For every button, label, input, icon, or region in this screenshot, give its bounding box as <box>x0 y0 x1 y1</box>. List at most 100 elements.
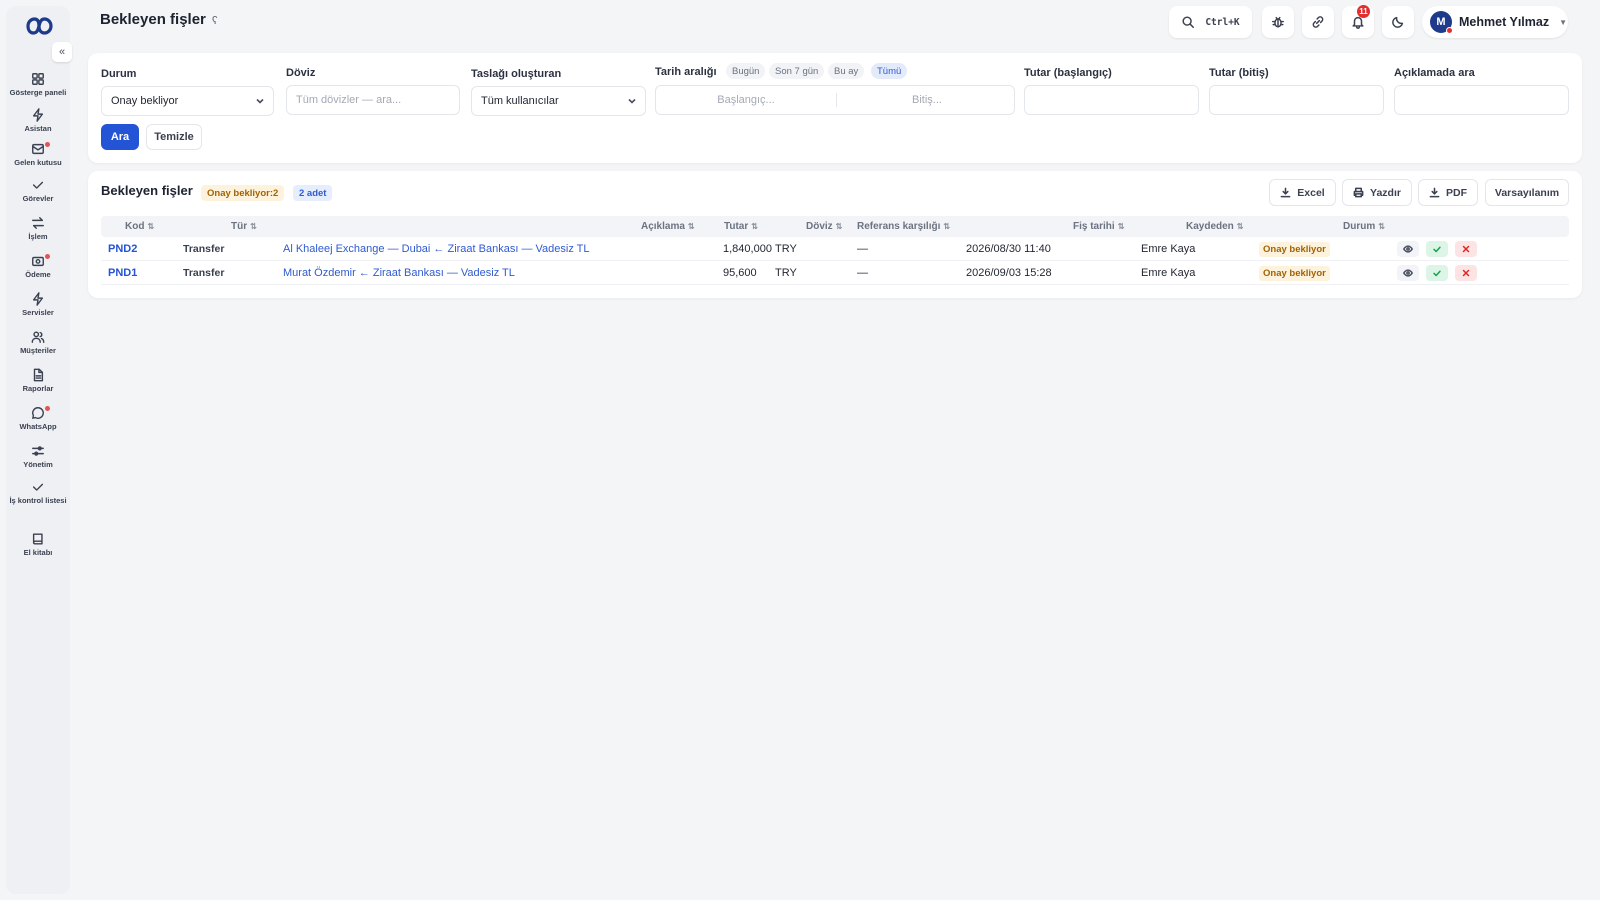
voucher-currency: TRY <box>775 243 797 255</box>
column-header-type[interactable]: Tür ⇅ <box>231 216 257 237</box>
description-search-input[interactable] <box>1394 85 1569 115</box>
voucher-type: Transfer <box>183 243 225 255</box>
column-header-status[interactable]: Durum ⇅ <box>1343 216 1385 237</box>
date-chip-today[interactable]: Bugün <box>726 63 766 79</box>
amount-start-label: Tutar (başlangıç) <box>1024 67 1112 79</box>
sidebar-item-handbook[interactable]: El kitabı <box>6 532 70 557</box>
presence-dot <box>1446 27 1453 34</box>
sidebar-item-assistant[interactable]: Asistan <box>6 108 70 133</box>
voucher-currency: TRY <box>775 267 797 279</box>
sidebar-item-inbox[interactable]: Gelen kutusu <box>6 142 70 167</box>
sidebar-item-reports[interactable]: Raporlar <box>6 368 70 393</box>
print-button[interactable]: Yazdır <box>1342 179 1412 206</box>
creator-select[interactable]: Tüm kullanıcılar <box>471 86 646 116</box>
search-icon <box>1182 16 1195 28</box>
page-title: Bekleyen fişler <box>100 11 206 28</box>
column-header-recorder[interactable]: Kaydeden ⇅ <box>1186 216 1244 237</box>
date-chip-last-7-days[interactable]: Son 7 gün <box>769 63 825 79</box>
my-default-view-button[interactable]: Varsayılanım <box>1485 179 1569 206</box>
status-select[interactable]: Onay bekliyor <box>101 86 274 116</box>
status-select-value: Onay bekliyor <box>111 95 179 107</box>
unread-dot <box>45 406 50 411</box>
date-start-input[interactable]: Başlangıç... <box>656 86 836 114</box>
reject-button[interactable] <box>1455 241 1477 257</box>
status-filter-label: Durum <box>101 68 137 80</box>
voucher-recorder: Emre Kaya <box>1141 267 1196 279</box>
voucher-description-link[interactable]: Al Khaleej Exchange — Dubai ← Ziraat Ban… <box>283 237 590 261</box>
export-pdf-button[interactable]: PDF <box>1418 179 1478 206</box>
table-title: Bekleyen fişler <box>101 183 193 198</box>
column-header-voucher-date[interactable]: Fiş tarihi ⇅ <box>1073 216 1124 237</box>
search-shortcut: Ctrl+K <box>1205 16 1240 28</box>
creator-select-value: Tüm kullanıcılar <box>481 95 559 107</box>
column-header-code[interactable]: Kod ⇅ <box>125 216 154 237</box>
date-chip-this-month[interactable]: Bu ay <box>828 63 865 79</box>
help-icon[interactable]: ʕ <box>212 15 218 27</box>
sidebar-item-management[interactable]: Yönetim <box>6 444 70 469</box>
date-end-input[interactable]: Bitiş... <box>837 86 1017 114</box>
sidebar-item-label: İş kontrol listesi <box>9 496 67 505</box>
column-header-description[interactable]: Açıklama ⇅ <box>641 216 695 237</box>
sidebar-item-label: Müşteriler <box>20 346 56 355</box>
total-count-badge: 2 adet <box>293 185 333 201</box>
sidebar-item-services[interactable]: Servisler <box>6 292 70 317</box>
sidebar-item-customers[interactable]: Müşteriler <box>6 330 70 355</box>
date-chip-all[interactable]: Tümü <box>871 63 908 79</box>
amount-end-input[interactable] <box>1209 85 1384 115</box>
notification-count-badge: 11 <box>1357 5 1370 18</box>
close-icon <box>1462 245 1470 253</box>
sidebar-item-dashboard[interactable]: Gösterge paneli <box>6 72 70 97</box>
infinity-logo-icon[interactable] <box>20 12 58 40</box>
checklist-icon <box>32 483 44 491</box>
unread-dot <box>45 142 50 147</box>
filter-panel: Durum Onay bekliyor Döviz Tüm dövizler —… <box>88 53 1582 163</box>
sidebar-item-whatsapp[interactable]: WhatsApp <box>6 406 70 431</box>
currency-search-input[interactable]: Tüm dövizler — ara... <box>286 85 460 115</box>
voucher-code-link[interactable]: PND1 <box>108 261 137 285</box>
column-header-amount[interactable]: Tutar ⇅ <box>724 216 758 237</box>
link-button[interactable] <box>1302 6 1334 38</box>
sidebar-item-label: Gösterge paneli <box>9 88 67 97</box>
voucher-code-link[interactable]: PND2 <box>108 237 137 261</box>
approve-button[interactable] <box>1426 241 1448 257</box>
reject-button[interactable] <box>1455 265 1477 281</box>
table-row[interactable]: PND1 Transfer Murat Özdemir ← Ziraat Ban… <box>101 261 1569 285</box>
voucher-reference: — <box>857 243 868 255</box>
transfer-icon <box>32 217 44 229</box>
sidebar-item-label: İşlem <box>28 232 48 241</box>
link-icon <box>1312 16 1324 28</box>
sidebar-item-tasks[interactable]: Görevler <box>6 178 70 203</box>
export-excel-button[interactable]: Excel <box>1269 179 1336 206</box>
view-button[interactable] <box>1397 265 1419 281</box>
global-search-button[interactable]: Ctrl+K <box>1169 6 1252 38</box>
sidebar-item-payment[interactable]: Ödeme <box>6 254 70 279</box>
bug-report-button[interactable] <box>1262 6 1294 38</box>
clear-button[interactable]: Temizle <box>146 124 202 150</box>
table-row[interactable]: PND2 Transfer Al Khaleej Exchange — Duba… <box>101 237 1569 261</box>
column-header-currency[interactable]: Döviz ⇅ <box>806 216 842 237</box>
approve-button[interactable] <box>1426 265 1448 281</box>
user-menu-button[interactable]: M Mehmet Yılmaz ▼ <box>1422 6 1568 38</box>
status-badge: Onay bekliyor <box>1259 265 1330 281</box>
view-button[interactable] <box>1397 241 1419 257</box>
date-range-picker: Başlangıç... Bitiş... <box>655 85 1015 115</box>
sidebar-item-transaction[interactable]: İşlem <box>6 216 70 241</box>
sidebar-item-label: Görevler <box>22 194 54 203</box>
voucher-date: 2026/08/30 11:40 <box>966 243 1051 255</box>
sidebar-item-checklist[interactable]: İş kontrol listesi <box>6 480 70 505</box>
voucher-amount: 95,600 <box>723 267 757 279</box>
search-button[interactable]: Ara <box>101 124 139 150</box>
users-icon <box>31 331 45 343</box>
sidebar-item-label: Asistan <box>24 124 52 133</box>
notifications-button[interactable]: 11 <box>1342 5 1374 38</box>
print-label: Yazdır <box>1370 186 1401 199</box>
voucher-recorder: Emre Kaya <box>1141 243 1196 255</box>
table-header: Kod ⇅ Tür ⇅ Açıklama ⇅ Tutar ⇅ Döviz ⇅ Refera… <box>101 216 1569 237</box>
dark-mode-toggle[interactable] <box>1382 6 1414 38</box>
voucher-description-link[interactable]: Murat Özdemir ← Ziraat Bankası — Vadesiz… <box>283 261 515 285</box>
collapse-sidebar-button[interactable]: « <box>52 42 72 62</box>
column-header-reference[interactable]: Referans karşılığı ⇅ <box>857 216 950 237</box>
export-excel-label: Excel <box>1297 186 1325 199</box>
sidebar-item-label: Yönetim <box>23 460 53 469</box>
amount-start-input[interactable] <box>1024 85 1199 115</box>
